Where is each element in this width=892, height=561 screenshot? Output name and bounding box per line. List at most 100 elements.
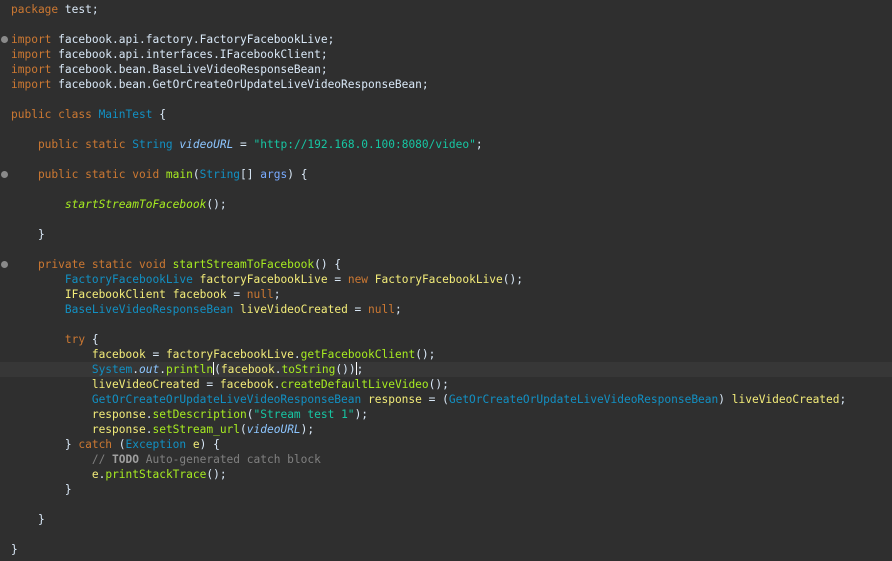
- code-token: public static: [11, 138, 133, 151]
- code-token: import: [11, 48, 52, 61]
- code-token: }: [11, 483, 72, 496]
- code-token: }: [11, 228, 45, 241]
- code-token: BaseLiveVideoResponseBean: [64, 303, 234, 316]
- code-line[interactable]: [11, 92, 892, 107]
- code-token: ) {: [199, 438, 220, 451]
- code-token: Exception: [125, 438, 187, 451]
- code-line[interactable]: [11, 497, 892, 512]
- code-line[interactable]: }: [11, 227, 892, 242]
- code-line[interactable]: import facebook.api.factory.FactoryFaceb…: [11, 32, 892, 47]
- code-line[interactable]: liveVideoCreated = facebook.createDefaul…: [11, 377, 892, 392]
- code-token: import: [11, 78, 52, 91]
- code-line[interactable]: public static void main(String[] args) {: [11, 167, 892, 182]
- code-token: facebook.api.interfaces.IFacebookClient;: [51, 48, 328, 61]
- code-line[interactable]: startStreamToFacebook();: [11, 197, 892, 212]
- code-editor[interactable]: package test; import facebook.api.factor…: [0, 0, 892, 561]
- code-token: test;: [58, 3, 99, 16]
- code-line[interactable]: GetOrCreateOrUpdateLiveVideoResponseBean…: [11, 392, 892, 407]
- code-token: (: [246, 408, 254, 421]
- code-token: null: [368, 303, 395, 316]
- fold-marker-icon[interactable]: [1, 261, 8, 268]
- code-token: null: [246, 288, 274, 301]
- code-line[interactable]: [11, 212, 892, 227]
- code-token: main: [165, 168, 193, 181]
- code-token: (: [192, 168, 200, 181]
- code-line[interactable]: IFacebookClient facebook = null;: [11, 287, 892, 302]
- code-line[interactable]: public class MainTest {: [11, 107, 892, 122]
- code-line[interactable]: BaseLiveVideoResponseBean liveVideoCreat…: [11, 302, 892, 317]
- code-token: facebook: [220, 363, 275, 376]
- code-token: ) {: [287, 168, 308, 181]
- code-token: Auto-generated catch block: [139, 453, 321, 466]
- code-line[interactable]: // TODO Auto-generated catch block: [11, 452, 892, 467]
- code-token: );: [300, 423, 315, 436]
- code-token: printStackTrace: [105, 468, 207, 481]
- code-line[interactable]: import facebook.api.interfaces.IFacebook…: [11, 47, 892, 62]
- code-line[interactable]: }: [11, 542, 892, 557]
- code-line[interactable]: [11, 182, 892, 197]
- code-line[interactable]: response.setStream_url(videoURL);: [11, 422, 892, 437]
- code-line[interactable]: try {: [11, 332, 892, 347]
- code-token: ): [718, 393, 732, 406]
- code-token: startStreamToFacebook: [172, 258, 315, 271]
- code-token: response: [368, 393, 422, 406]
- code-line[interactable]: response.setDescription("Stream test 1")…: [11, 407, 892, 422]
- code-token: videoURL: [179, 138, 234, 151]
- code-line[interactable]: public static String videoURL = "http://…: [11, 137, 892, 152]
- code-token: new: [347, 273, 369, 286]
- code-token: catch: [78, 438, 113, 451]
- code-line[interactable]: [11, 527, 892, 542]
- code-token: {: [85, 333, 99, 346]
- code-line[interactable]: import facebook.bean.BaseLiveVideoRespon…: [11, 62, 892, 77]
- code-line[interactable]: [11, 122, 892, 137]
- code-line[interactable]: FactoryFacebookLive factoryFacebookLive …: [11, 272, 892, 287]
- fold-marker-icon[interactable]: [1, 36, 8, 43]
- code-token: facebook.bean.BaseLiveVideoResponseBean;: [51, 63, 328, 76]
- code-token: package: [11, 3, 59, 16]
- code-area[interactable]: package test; import facebook.api.factor…: [0, 2, 892, 557]
- code-line[interactable]: facebook = factoryFacebookLive.getFacebo…: [11, 347, 892, 362]
- code-token: liveVideoCreated: [91, 378, 200, 391]
- code-token: videoURL: [246, 423, 301, 436]
- code-token: ()): [335, 363, 356, 376]
- code-token: ;: [394, 303, 402, 316]
- code-line[interactable]: e.printStackTrace();: [11, 467, 892, 482]
- code-line[interactable]: [11, 317, 892, 332]
- code-token: GetOrCreateOrUpdateLiveVideoResponseBean: [448, 393, 719, 406]
- code-token: ();: [415, 348, 436, 361]
- code-token: String: [132, 138, 173, 151]
- code-token: facebook: [172, 288, 227, 301]
- fold-marker-icon[interactable]: [1, 171, 8, 178]
- code-line[interactable]: package test;: [11, 2, 892, 17]
- code-line[interactable]: [11, 17, 892, 32]
- code-token: () {: [314, 258, 342, 271]
- code-line[interactable]: [11, 242, 892, 257]
- code-token: facebook.bean.GetOrCreateOrUpdateLiveVid…: [51, 78, 429, 91]
- code-line[interactable]: import facebook.bean.GetOrCreateOrUpdate…: [11, 77, 892, 92]
- code-line[interactable]: private static void startStreamToFaceboo…: [11, 257, 892, 272]
- code-token: .: [132, 363, 139, 376]
- code-token: liveVideoCreated: [240, 303, 348, 316]
- code-line[interactable]: }: [11, 512, 892, 527]
- code-token: e: [91, 468, 99, 481]
- code-line[interactable]: } catch (Exception e) {: [11, 437, 892, 452]
- code-token: facebook: [91, 348, 146, 361]
- code-token: =: [199, 378, 220, 391]
- code-token: ;: [356, 363, 364, 376]
- code-token: response: [91, 408, 146, 421]
- code-line[interactable]: }: [11, 482, 892, 497]
- current-code-line[interactable]: System.out.println(facebook.toString());: [0, 362, 892, 377]
- code-line[interactable]: [11, 152, 892, 167]
- code-token: String: [199, 168, 241, 181]
- code-token: ();: [206, 198, 227, 211]
